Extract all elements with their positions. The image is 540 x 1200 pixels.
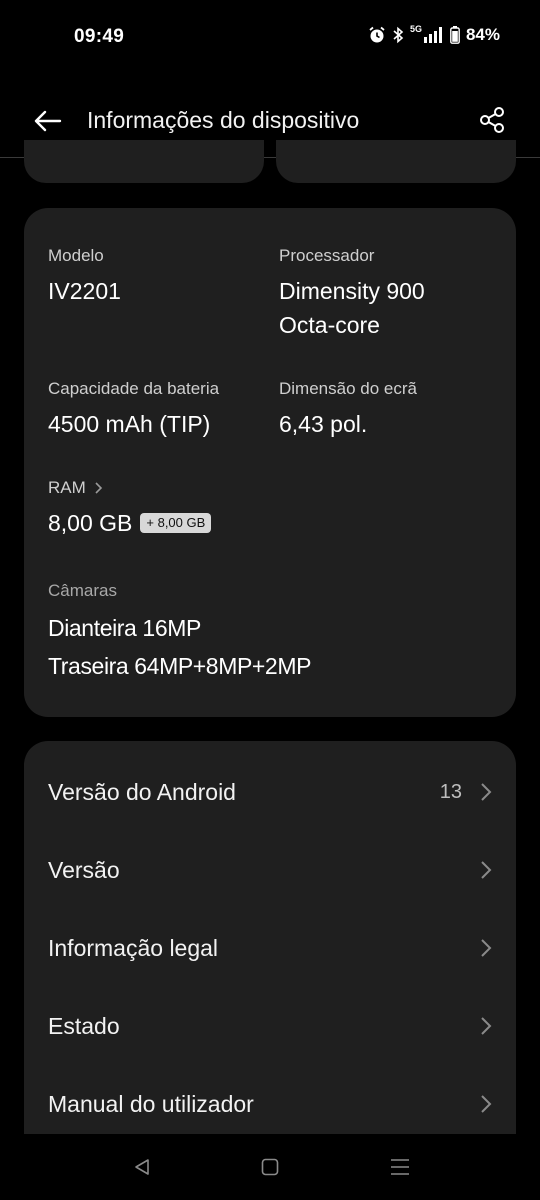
back-triangle-icon bbox=[135, 1159, 149, 1175]
bluetooth-icon bbox=[392, 26, 404, 44]
spec-ram[interactable]: RAM 8,00 GB + 8,00 GB bbox=[48, 478, 212, 540]
spec-ram-label: RAM bbox=[48, 478, 86, 497]
spec-cameras-rear: Traseira 64MP+8MP+2MP bbox=[48, 653, 312, 679]
menu-item-label: Versão bbox=[48, 856, 120, 883]
spec-screen-label: Dimensão do ecrã bbox=[279, 379, 417, 398]
share-icon bbox=[480, 107, 504, 133]
spec-model-label: Modelo bbox=[48, 246, 104, 265]
chevron-right-icon bbox=[478, 858, 494, 882]
signal-icon bbox=[423, 27, 444, 43]
spec-model-value: IV2201 bbox=[48, 278, 121, 304]
spec-cameras: Câmaras Dianteira 16MP Traseira 64MP+8MP… bbox=[48, 581, 311, 685]
status-time: 09:49 bbox=[74, 26, 125, 47]
spec-processor: Processador Dimensity 900 Octa-core bbox=[279, 246, 425, 342]
menu-item-label: Estado bbox=[48, 1012, 120, 1039]
spec-cameras-front: Dianteira 16MP bbox=[48, 615, 201, 641]
scrolled-card-left bbox=[24, 140, 264, 183]
spec-processor-value-line1: Dimensity 900 bbox=[279, 278, 425, 304]
home-square-icon bbox=[261, 1158, 279, 1176]
alarm-icon bbox=[368, 26, 386, 44]
menu-item-value: 13 bbox=[439, 780, 462, 803]
menu-item-user-manual[interactable]: Manual do utilizador bbox=[24, 1065, 516, 1134]
menu-item-label: Versão do Android bbox=[48, 778, 236, 805]
nav-back-button[interactable] bbox=[127, 1154, 157, 1180]
spec-ram-label-row[interactable]: RAM bbox=[48, 478, 211, 498]
specs-card: Modelo IV2201 Processador Dimensity 900 … bbox=[24, 208, 516, 717]
spec-battery-value: 4500 mAh (TIP) bbox=[48, 411, 211, 437]
spec-ram-value: 8,00 GB bbox=[48, 510, 133, 536]
menu-item-legal-info[interactable]: Informação legal bbox=[24, 909, 516, 987]
chevron-right-icon bbox=[478, 936, 494, 960]
network-label: 5G bbox=[409, 24, 422, 34]
spec-processor-label: Processador bbox=[279, 246, 375, 265]
scrolled-card-right bbox=[276, 140, 516, 183]
navigation-bar bbox=[0, 1134, 540, 1200]
menu-item-status[interactable]: Estado bbox=[24, 987, 516, 1065]
menu-item-version[interactable]: Versão bbox=[24, 831, 516, 909]
menu-card: Versão do Android 13 Versão Informação l… bbox=[24, 741, 516, 1134]
nav-recents-button[interactable] bbox=[385, 1154, 415, 1180]
chevron-right-icon bbox=[478, 1092, 494, 1116]
chevron-right-icon bbox=[478, 1014, 494, 1038]
back-button[interactable] bbox=[28, 104, 68, 138]
spec-model: Modelo IV2201 bbox=[48, 246, 121, 308]
battery-icon bbox=[450, 26, 460, 44]
status-bar: 09:49 5G 84% bbox=[0, 0, 540, 74]
page-title: Informações do dispositivo bbox=[87, 107, 360, 133]
spec-processor-value-line2: Octa-core bbox=[279, 312, 380, 338]
menu-item-label: Manual do utilizador bbox=[48, 1090, 254, 1117]
battery-percent: 84% bbox=[465, 25, 500, 44]
menu-item-label: Informação legal bbox=[48, 934, 219, 961]
spec-cameras-label: Câmaras bbox=[48, 581, 117, 600]
spec-screen-value: 6,43 pol. bbox=[279, 411, 368, 437]
ram-extended-badge: + 8,00 GB bbox=[140, 513, 212, 533]
arrow-left-icon bbox=[34, 110, 62, 132]
status-icons: 5G 84% bbox=[368, 24, 500, 45]
spec-ram-value-row: 8,00 GB + 8,00 GB bbox=[48, 506, 212, 540]
spec-battery-label: Capacidade da bateria bbox=[48, 379, 220, 398]
menu-item-android-version[interactable]: Versão do Android 13 bbox=[24, 753, 516, 831]
spec-battery: Capacidade da bateria 4500 mAh (TIP) bbox=[48, 379, 219, 441]
chevron-right-icon bbox=[478, 780, 494, 804]
share-button[interactable] bbox=[474, 102, 510, 138]
chevron-right-icon bbox=[95, 482, 102, 494]
spec-screen: Dimensão do ecrã 6,43 pol. bbox=[279, 379, 417, 441]
recents-menu-icon bbox=[391, 1159, 409, 1175]
nav-home-button[interactable] bbox=[255, 1154, 285, 1180]
